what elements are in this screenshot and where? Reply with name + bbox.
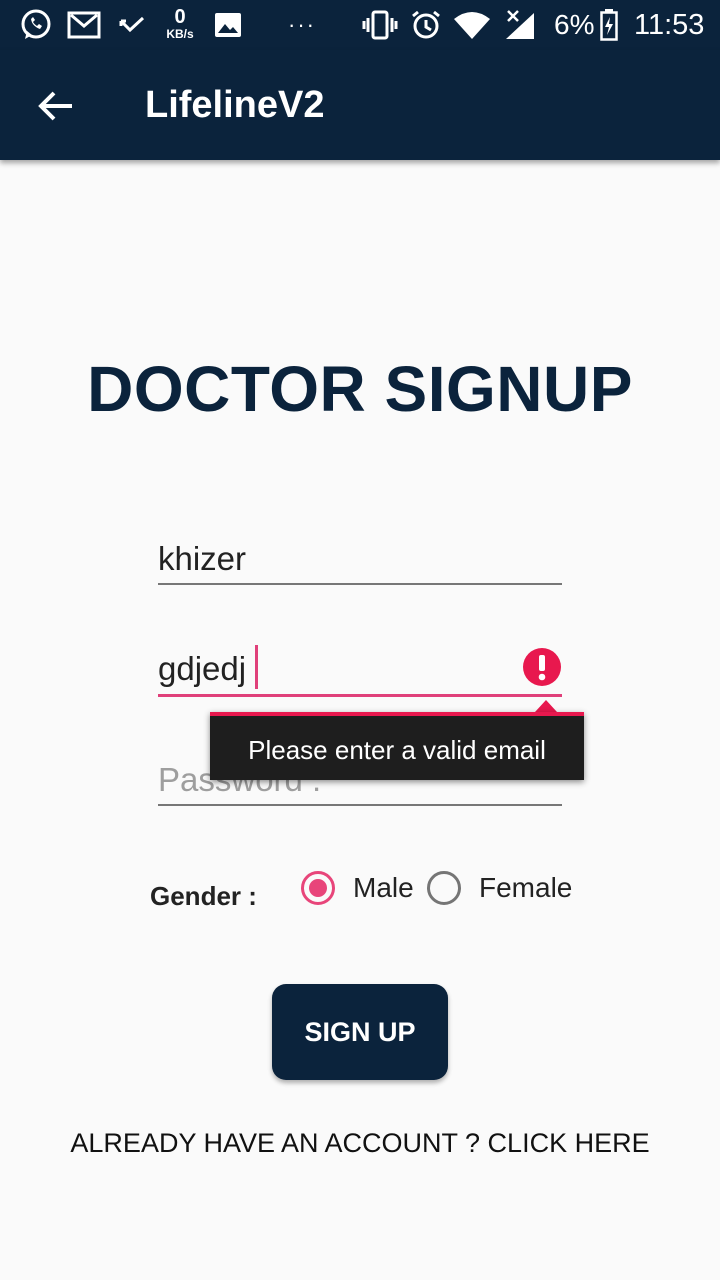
- email-underline: [158, 694, 562, 697]
- whatsapp-icon: [18, 8, 54, 42]
- text-cursor: [255, 645, 258, 689]
- app-title: LifelineV2: [145, 84, 325, 126]
- gender-radio-male[interactable]: Male: [301, 871, 414, 905]
- battery-percent: 6%: [554, 9, 595, 40]
- name-input[interactable]: [158, 536, 562, 582]
- email-error-tooltip: Please enter a valid email: [210, 712, 584, 780]
- email-input[interactable]: [158, 646, 518, 692]
- gender-label: Gender :: [150, 881, 257, 911]
- name-field[interactable]: [158, 536, 562, 582]
- radio-unchecked-icon: [427, 871, 461, 905]
- clock: 11:53: [634, 9, 705, 41]
- alarm-icon: [408, 8, 444, 42]
- back-button[interactable]: [28, 78, 84, 134]
- error-icon: [523, 648, 561, 686]
- gmail-icon: [66, 8, 102, 42]
- email-field[interactable]: [158, 646, 562, 692]
- name-underline: [158, 583, 562, 585]
- signal-icon: [502, 8, 538, 42]
- gender-radio-female[interactable]: Female: [427, 871, 572, 905]
- gender-option-label: Male: [353, 872, 414, 903]
- app-bar: LifelineV2: [0, 50, 720, 160]
- page-title: DOCTOR SIGNUP: [87, 353, 633, 425]
- more-dots-icon: ···: [288, 12, 316, 37]
- image-icon: [212, 8, 244, 42]
- missed-call-icon: [116, 8, 148, 42]
- back-arrow-icon: [38, 91, 72, 121]
- wifi-icon: [452, 8, 492, 42]
- radio-checked-icon: [301, 871, 335, 905]
- status-bar: 0 KB/s ··· 6% 11:53: [0, 0, 720, 50]
- tooltip-arrow: [535, 700, 557, 712]
- data-speed: 0 KB/s: [162, 6, 198, 42]
- signup-button[interactable]: SIGN UP: [272, 984, 448, 1080]
- battery-icon: [598, 8, 620, 42]
- vibrate-icon: [362, 8, 398, 42]
- login-link[interactable]: ALREADY HAVE AN ACCOUNT ? CLICK HERE: [0, 1125, 720, 1161]
- gender-option-label: Female: [479, 872, 573, 903]
- data-speed-unit: KB/s: [166, 27, 194, 41]
- password-underline: [158, 804, 562, 806]
